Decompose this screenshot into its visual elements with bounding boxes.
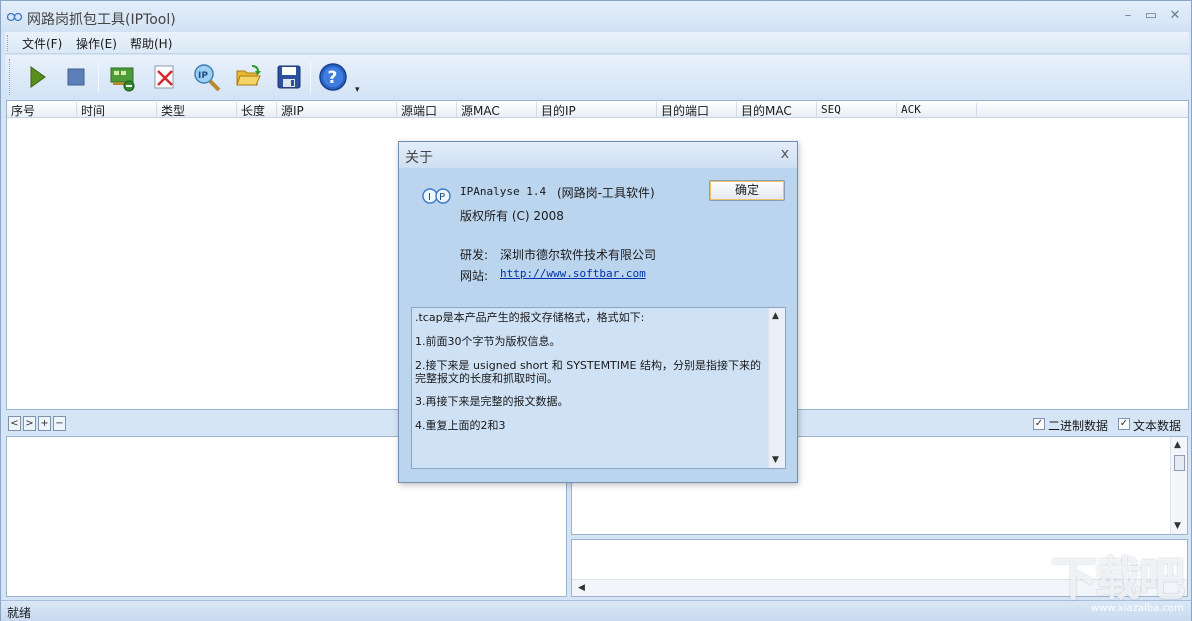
scroll-down-icon[interactable]: ▼ xyxy=(772,455,779,465)
maximize-button[interactable]: ▭ xyxy=(1142,7,1160,25)
column-header-length[interactable]: 长度 xyxy=(237,102,277,118)
watermark-logo: 下载吧 xyxy=(1051,552,1185,606)
column-header-ack[interactable]: ACK xyxy=(897,103,977,118)
column-header-time[interactable]: 时间 xyxy=(77,102,157,118)
about-dialog: 关于 x I P IPAnalyse 1.4 (网路岗-工具软件) 版权所有 (… xyxy=(398,141,798,483)
next-button[interactable]: > xyxy=(23,416,36,431)
menu-grip[interactable] xyxy=(7,35,10,51)
menu-operate[interactable]: 操作(E) xyxy=(76,35,117,52)
title-bar: 网路岗抓包工具(IPTool) – ▭ ✕ xyxy=(1,1,1191,32)
svg-text:?: ? xyxy=(328,68,338,88)
copyright-text: 版权所有 (C) 2008 xyxy=(460,209,564,223)
scroll-thumb[interactable] xyxy=(1174,455,1185,471)
watermark-url: www.xiazaiba.com xyxy=(1091,603,1184,614)
expand-button[interactable]: + xyxy=(38,416,51,431)
help-icon: ? xyxy=(319,63,347,91)
scroll-up-icon[interactable]: ▲ xyxy=(1174,440,1181,450)
open-button[interactable] xyxy=(231,59,265,95)
watermark: 下载吧 www.xiazaiba.com xyxy=(1051,543,1189,619)
column-header-index[interactable]: 序号 xyxy=(7,102,77,118)
ip-logo-icon: I P xyxy=(422,188,451,204)
clear-button[interactable] xyxy=(148,59,182,95)
scroll-up-icon[interactable]: ▲ xyxy=(772,311,779,321)
play-icon xyxy=(30,66,46,88)
status-text: 就绪 xyxy=(7,606,32,620)
menu-file[interactable]: 文件(F) xyxy=(22,35,62,52)
developer-name: 深圳市德尔软件技术有限公司 xyxy=(500,248,657,262)
menu-bar: 文件(F) 操作(E) 帮助(H) xyxy=(5,32,1189,54)
toolbar-separator xyxy=(98,61,99,93)
close-button[interactable]: ✕ xyxy=(1166,7,1184,25)
ip-search-icon: IP xyxy=(194,64,221,92)
network-card-icon xyxy=(110,67,135,92)
product-note: (网路岗-工具软件) xyxy=(557,186,655,200)
column-header-seq[interactable]: SEQ xyxy=(817,103,897,118)
info-line: .tcap是本产品产生的报文存储格式，格式如下: xyxy=(415,311,645,324)
scroll-left-icon[interactable]: ◀ xyxy=(578,583,585,593)
save-button[interactable] xyxy=(272,59,306,95)
toolbar-overflow-button[interactable]: ▾ xyxy=(355,85,360,95)
website-label: 网站: xyxy=(460,269,489,283)
binary-data-checkbox[interactable]: ✓ xyxy=(1033,418,1045,430)
stop-icon xyxy=(67,68,85,86)
ok-button[interactable]: 确定 xyxy=(709,180,785,201)
network-card-button[interactable] xyxy=(105,59,139,95)
info-line: 3.再接下来是完整的报文数据。 xyxy=(415,395,569,408)
main-window: 网路岗抓包工具(IPTool) – ▭ ✕ 文件(F) 操作(E) 帮助(H) xyxy=(0,0,1192,621)
menu-help[interactable]: 帮助(H) xyxy=(130,35,172,52)
svg-text:P: P xyxy=(439,192,445,203)
info-vertical-scrollbar[interactable]: ▲ ▼ xyxy=(768,308,785,468)
toolbar-separator xyxy=(310,61,311,93)
developer-label: 研发: xyxy=(460,248,489,262)
binary-data-label: 二进制数据 xyxy=(1048,419,1109,433)
start-button[interactable] xyxy=(19,59,53,95)
column-header-dst-port[interactable]: 目的端口 xyxy=(657,102,737,118)
info-line: 1.前面30个字节为版权信息。 xyxy=(415,335,561,348)
column-header-dst-ip[interactable]: 目的IP xyxy=(537,102,657,118)
status-bar: 就绪 xyxy=(1,600,1191,621)
stop-button[interactable] xyxy=(59,59,93,95)
dialog-title: 关于 xyxy=(405,150,433,166)
help-button[interactable]: ? xyxy=(315,59,349,95)
product-name: IPAnalyse 1.4 xyxy=(460,185,547,198)
column-header-src-ip[interactable]: 源IP xyxy=(277,102,397,118)
binary-vertical-scrollbar[interactable]: ▲ ▼ xyxy=(1170,437,1187,534)
svg-text:IP: IP xyxy=(198,71,208,81)
format-info-box[interactable]: .tcap是本产品产生的报文存储格式，格式如下: 1.前面30个字节为版权信息。… xyxy=(411,307,786,469)
text-data-checkbox[interactable]: ✓ xyxy=(1118,418,1130,430)
scroll-down-icon[interactable]: ▼ xyxy=(1174,521,1181,531)
info-line: 2.接下来是 usigned short 和 SYSTEMTIME 结构，分别是… xyxy=(415,359,761,385)
app-icon xyxy=(7,12,23,22)
column-header-src-port[interactable]: 源端口 xyxy=(397,102,457,118)
save-icon xyxy=(277,65,301,89)
column-header-dst-mac[interactable]: 目的MAC xyxy=(737,102,817,118)
dialog-title-bar: 关于 x xyxy=(399,142,797,168)
folder-open-icon xyxy=(236,65,261,86)
clear-icon xyxy=(154,65,174,89)
collapse-button[interactable]: − xyxy=(53,416,66,431)
dialog-close-icon[interactable]: x xyxy=(781,146,789,162)
info-line: 4.重复上面的2和3 xyxy=(415,419,506,432)
toolbar-grip[interactable] xyxy=(9,59,12,95)
website-link[interactable]: http://www.softbar.com xyxy=(500,267,646,280)
column-header-src-mac[interactable]: 源MAC xyxy=(457,102,537,118)
packet-list-header: 序号 时间 类型 长度 源IP 源端口 源MAC 目的IP 目的端口 目的MAC… xyxy=(7,101,1188,118)
window-title: 网路岗抓包工具(IPTool) xyxy=(27,12,176,28)
column-header-type[interactable]: 类型 xyxy=(157,102,237,118)
minimize-button[interactable]: – xyxy=(1119,7,1137,25)
text-data-label: 文本数据 xyxy=(1133,419,1182,433)
ip-search-button[interactable]: IP xyxy=(189,59,223,95)
dialog-body: I P IPAnalyse 1.4 (网路岗-工具软件) 版权所有 (C) 20… xyxy=(399,168,797,482)
svg-text:I: I xyxy=(428,192,431,203)
prev-button[interactable]: < xyxy=(8,416,21,431)
toolbar: IP ? ▾ xyxy=(5,55,1189,99)
